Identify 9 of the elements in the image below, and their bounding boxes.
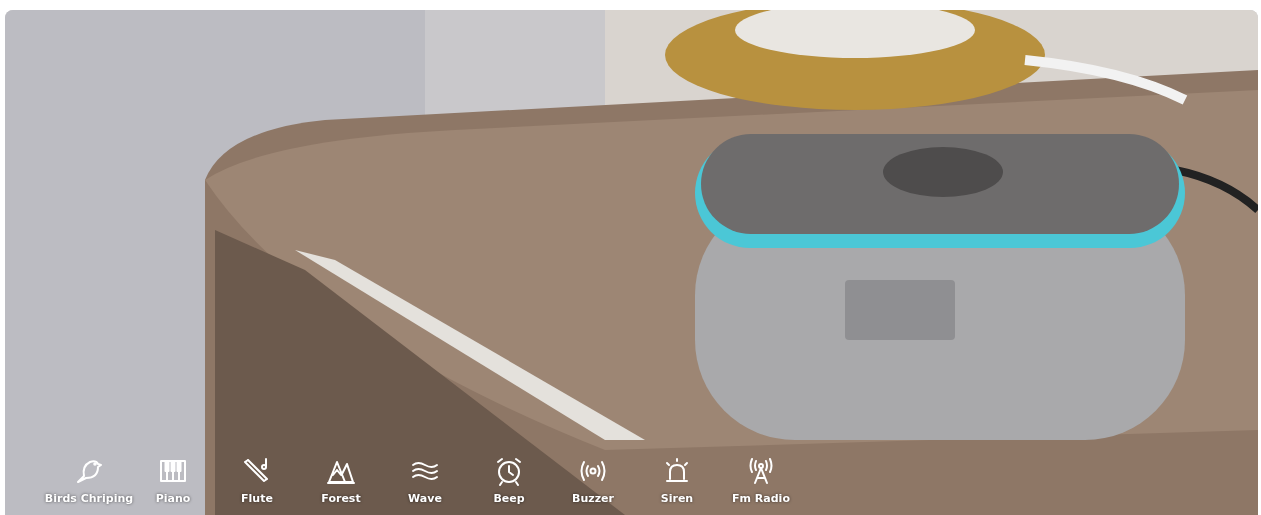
- sound-label: Fm Radio: [732, 492, 790, 505]
- sound-label: Piano: [155, 492, 191, 505]
- sound-label: Birds Chriping: [44, 492, 134, 505]
- sound-label: Beep: [493, 492, 525, 505]
- sound-label: Siren: [660, 492, 694, 505]
- sound-label: Forest: [321, 492, 361, 505]
- sound-label: Buzzer: [572, 492, 614, 505]
- sound-label: Wave: [408, 492, 442, 505]
- sound-label: Flute: [241, 492, 273, 505]
